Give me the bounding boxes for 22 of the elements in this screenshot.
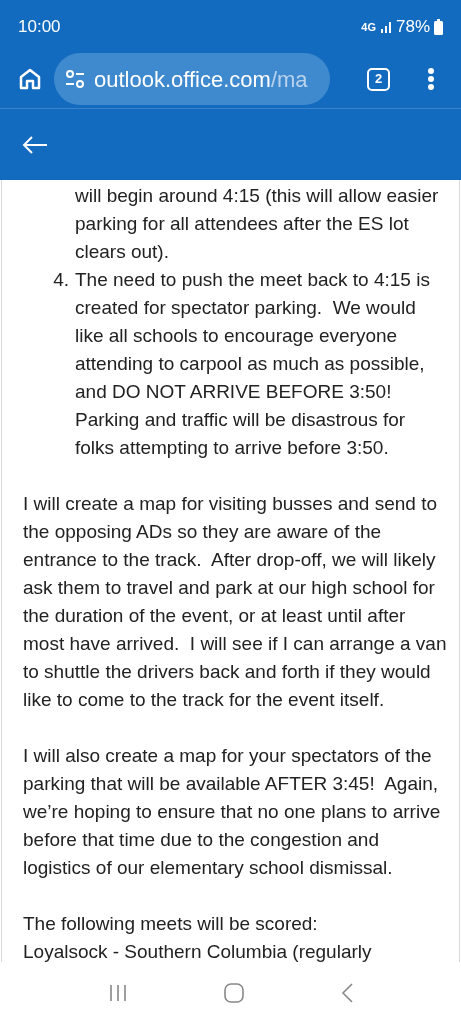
more-options-icon[interactable] xyxy=(427,67,435,91)
text-line: Loyalsock - Southern Columbia (regularly xyxy=(23,940,373,962)
paragraph: I will create a map for visiting busses and send to the opposing ADs so they are aware of the entrance to the track. After drop-off, we will likely ask them to travel and park at our high school for the duration of the event, or at least until after most have arrived. I will see if I can arrange a van to shuttle the drivers back and forth if they would like to come to the track for the event itself. xyxy=(23,492,448,712)
battery-percent: 78% xyxy=(395,16,430,39)
paragraph: I will also create a map for your spectators of the parking that will be available AFTER 3:45! Again, we’re hoping to ensure that no one plans to arrive before that time due to the congestion and logistics of our elementary school dismissal. xyxy=(23,744,442,880)
back-icon[interactable] xyxy=(339,982,354,1004)
url-text: outlook.office.com/ma xyxy=(94,65,308,94)
home-icon[interactable] xyxy=(18,67,42,91)
back-arrow-icon[interactable] xyxy=(22,134,48,155)
network-label: 4G xyxy=(361,19,376,35)
status-time: 10:00 xyxy=(18,16,61,39)
paragraph: The following meets will be scored: xyxy=(23,912,319,936)
list-item-text: will begin around 4:15 (this will allow easier parking for all attendees after the ES lot clears out). xyxy=(74,184,440,264)
signal-icon xyxy=(379,21,392,33)
site-settings-icon[interactable] xyxy=(64,69,86,89)
home-button-icon[interactable] xyxy=(222,982,245,1004)
recent-apps-icon[interactable] xyxy=(107,983,128,1003)
list-item-text: The need to push the meet back to 4:15 is created for spectator parking. We would like all schools to encourage everyone attending to carpool as much as possible, and DO NOT ARRIVE BEFORE 3:50! Parking and traffic will be disastrous for folks attempting to arrive before 3:50. xyxy=(75,268,431,460)
tab-count-button[interactable]: 2 xyxy=(367,67,390,91)
address-bar[interactable]: outlook.office.com/ma xyxy=(54,53,330,105)
battery-icon xyxy=(434,19,443,35)
list-number: 4. xyxy=(52,268,70,292)
